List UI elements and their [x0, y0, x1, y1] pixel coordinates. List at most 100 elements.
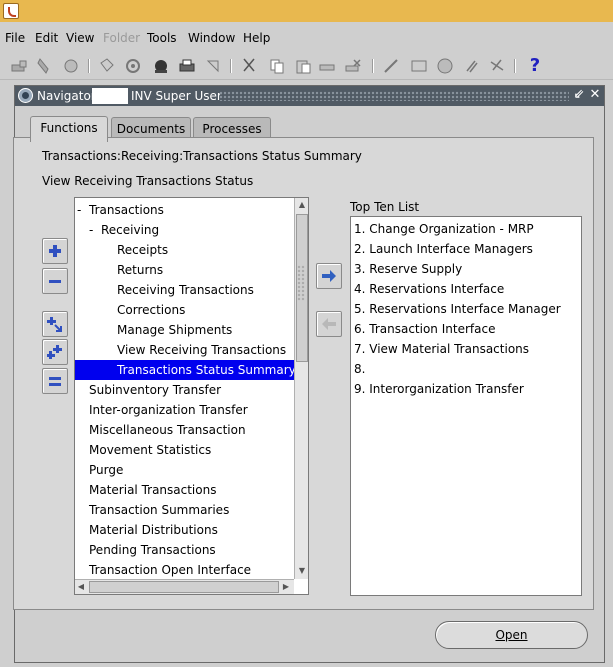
list-item[interactable]: 9. Interorganization Transfer	[354, 379, 524, 399]
navigator-icon[interactable]	[62, 57, 80, 75]
list-item[interactable]: 5. Reservations Interface Manager	[354, 299, 561, 319]
scroll-up-icon[interactable]: ▲	[296, 198, 308, 212]
close-form-icon[interactable]	[204, 57, 222, 75]
next-step-icon[interactable]	[124, 57, 142, 75]
menu-file[interactable]: File	[5, 31, 25, 45]
paste-icon[interactable]	[294, 57, 312, 75]
clear-record-icon[interactable]	[318, 57, 336, 75]
collapse-all-button[interactable]	[42, 368, 68, 394]
menu-edit[interactable]: Edit	[35, 31, 58, 45]
list-item[interactable]: 2. Launch Interface Managers	[354, 239, 533, 259]
minimize-icon[interactable]: ⇙	[571, 87, 587, 103]
copy-icon[interactable]	[268, 57, 286, 75]
tree-item-label: View Receiving Transactions	[117, 343, 287, 357]
tree-item[interactable]: Receiving Transactions	[117, 280, 254, 300]
app-titlebar	[0, 0, 613, 22]
tree-item-label: Receiving Transactions	[117, 283, 254, 297]
open-button[interactable]: Open	[435, 621, 588, 649]
tree-item-label: Transaction Open Interface	[89, 563, 252, 577]
list-item[interactable]: 3. Reserve Supply	[354, 259, 462, 279]
list-item[interactable]: 4. Reservations Interface	[354, 279, 504, 299]
translations-icon[interactable]	[436, 57, 454, 75]
scroll-down-icon[interactable]: ▼	[296, 564, 308, 578]
tree-item-label: Material Distributions	[89, 523, 218, 537]
switch-responsibility-icon[interactable]	[152, 57, 170, 75]
list-item[interactable]: 6. Transaction Interface	[354, 319, 495, 339]
print-icon[interactable]	[178, 57, 196, 75]
tree-item-label: Transactions	[89, 203, 164, 217]
edit-field-icon[interactable]	[382, 57, 400, 75]
top-ten-list[interactable]: 1. Change Organization - MRP 2. Launch I…	[350, 216, 582, 596]
tree-item[interactable]: Pending Transactions	[89, 540, 216, 560]
tab-functions[interactable]: Functions	[30, 116, 108, 142]
tree-expander: -	[89, 223, 94, 237]
redacted-box	[92, 88, 128, 104]
tree-item[interactable]: Inter-organization Transfer	[89, 400, 248, 420]
menu-view[interactable]: View	[66, 31, 94, 45]
tree-item[interactable]: Material Distributions	[89, 520, 218, 540]
tree-item[interactable]: View Receiving Transactions	[117, 340, 286, 360]
function-description: View Receiving Transactions Status	[42, 174, 254, 188]
list-item[interactable]: 7. View Material Transactions	[354, 339, 529, 359]
collapse-button[interactable]	[42, 268, 68, 294]
menu-folder[interactable]: Folder	[103, 31, 140, 45]
tree-item-label: Inter-organization Transfer	[89, 403, 248, 417]
menu-tools[interactable]: Tools	[147, 31, 177, 45]
attachments-icon[interactable]	[462, 57, 480, 75]
expand-button[interactable]	[42, 238, 68, 264]
tree-item[interactable]: Purge	[89, 460, 123, 480]
cut-icon[interactable]	[240, 57, 258, 75]
tree-item-label: Transaction Summaries	[89, 503, 230, 517]
list-item[interactable]: 8.	[354, 359, 365, 379]
navigator-window-icon	[18, 88, 33, 103]
tree-expander: -	[77, 203, 82, 217]
open-button-label: Open	[495, 628, 528, 642]
function-tree[interactable]: - Transactions - Receiving Receipts Return…	[74, 197, 309, 595]
tree-item[interactable]: Subinventory Transfer	[89, 380, 221, 400]
remove-from-top-ten-button[interactable]	[316, 311, 342, 337]
tree-item-label: Movement Statistics	[89, 443, 212, 457]
java-app-icon	[3, 3, 19, 19]
new-icon[interactable]	[10, 57, 28, 75]
menu-bar: File Edit View Folder Tools Window Help	[0, 28, 613, 50]
tree-item[interactable]: Miscellaneous Transaction	[89, 420, 246, 440]
tree-item[interactable]: Corrections	[117, 300, 185, 320]
collapse-all-icon	[49, 377, 61, 386]
tree-item-label: Returns	[117, 263, 164, 277]
add-to-top-ten-button[interactable]	[316, 263, 342, 289]
tree-item-label: Receipts	[117, 243, 169, 257]
tree-item[interactable]: Movement Statistics	[89, 440, 211, 460]
menu-window[interactable]: Window	[188, 31, 235, 45]
tree-item[interactable]: Transaction Summaries	[89, 500, 229, 520]
close-icon[interactable]: ✕	[587, 87, 603, 103]
tree-item[interactable]: - Transactions	[77, 200, 164, 220]
find-icon[interactable]	[36, 57, 54, 75]
tree-item[interactable]: Manage Shipments	[117, 320, 232, 340]
tree-item[interactable]: - Receiving	[89, 220, 159, 240]
tree-vertical-scrollbar[interactable]: ▲ ▼	[294, 198, 308, 579]
tree-item[interactable]: Material Transactions	[89, 480, 216, 500]
tree-horizontal-scrollbar[interactable]: ◀ ▶	[75, 579, 294, 594]
menu-help[interactable]: Help	[243, 31, 270, 45]
help-icon[interactable]: ?	[526, 57, 544, 75]
scroll-right-icon[interactable]: ▶	[280, 580, 292, 594]
arrow-left-icon	[322, 318, 336, 330]
folder-tools-icon[interactable]	[488, 57, 506, 75]
window-titlebar[interactable]: Navigator INV Super User ⇙ ✕	[15, 86, 604, 106]
save-icon[interactable]	[98, 57, 116, 75]
expand-all-button[interactable]	[42, 339, 68, 365]
scroll-left-icon[interactable]: ◀	[75, 580, 87, 594]
plus-icon	[49, 245, 61, 257]
tree-item[interactable]: Returns	[117, 260, 163, 280]
expand-branch-icon	[47, 317, 62, 332]
scroll-thumb[interactable]	[89, 581, 279, 593]
expand-branch-button[interactable]	[42, 311, 68, 337]
delete-record-icon[interactable]	[344, 57, 362, 75]
minus-icon	[49, 280, 61, 283]
tree-item[interactable]: Transactions Status Summary	[75, 360, 296, 380]
zoom-icon[interactable]	[410, 57, 428, 75]
splitter-grip[interactable]	[297, 265, 305, 301]
list-item[interactable]: 1. Change Organization - MRP	[354, 219, 534, 239]
tree-item[interactable]: Transaction Open Interface	[89, 560, 251, 580]
tree-item[interactable]: Receipts	[117, 240, 168, 260]
